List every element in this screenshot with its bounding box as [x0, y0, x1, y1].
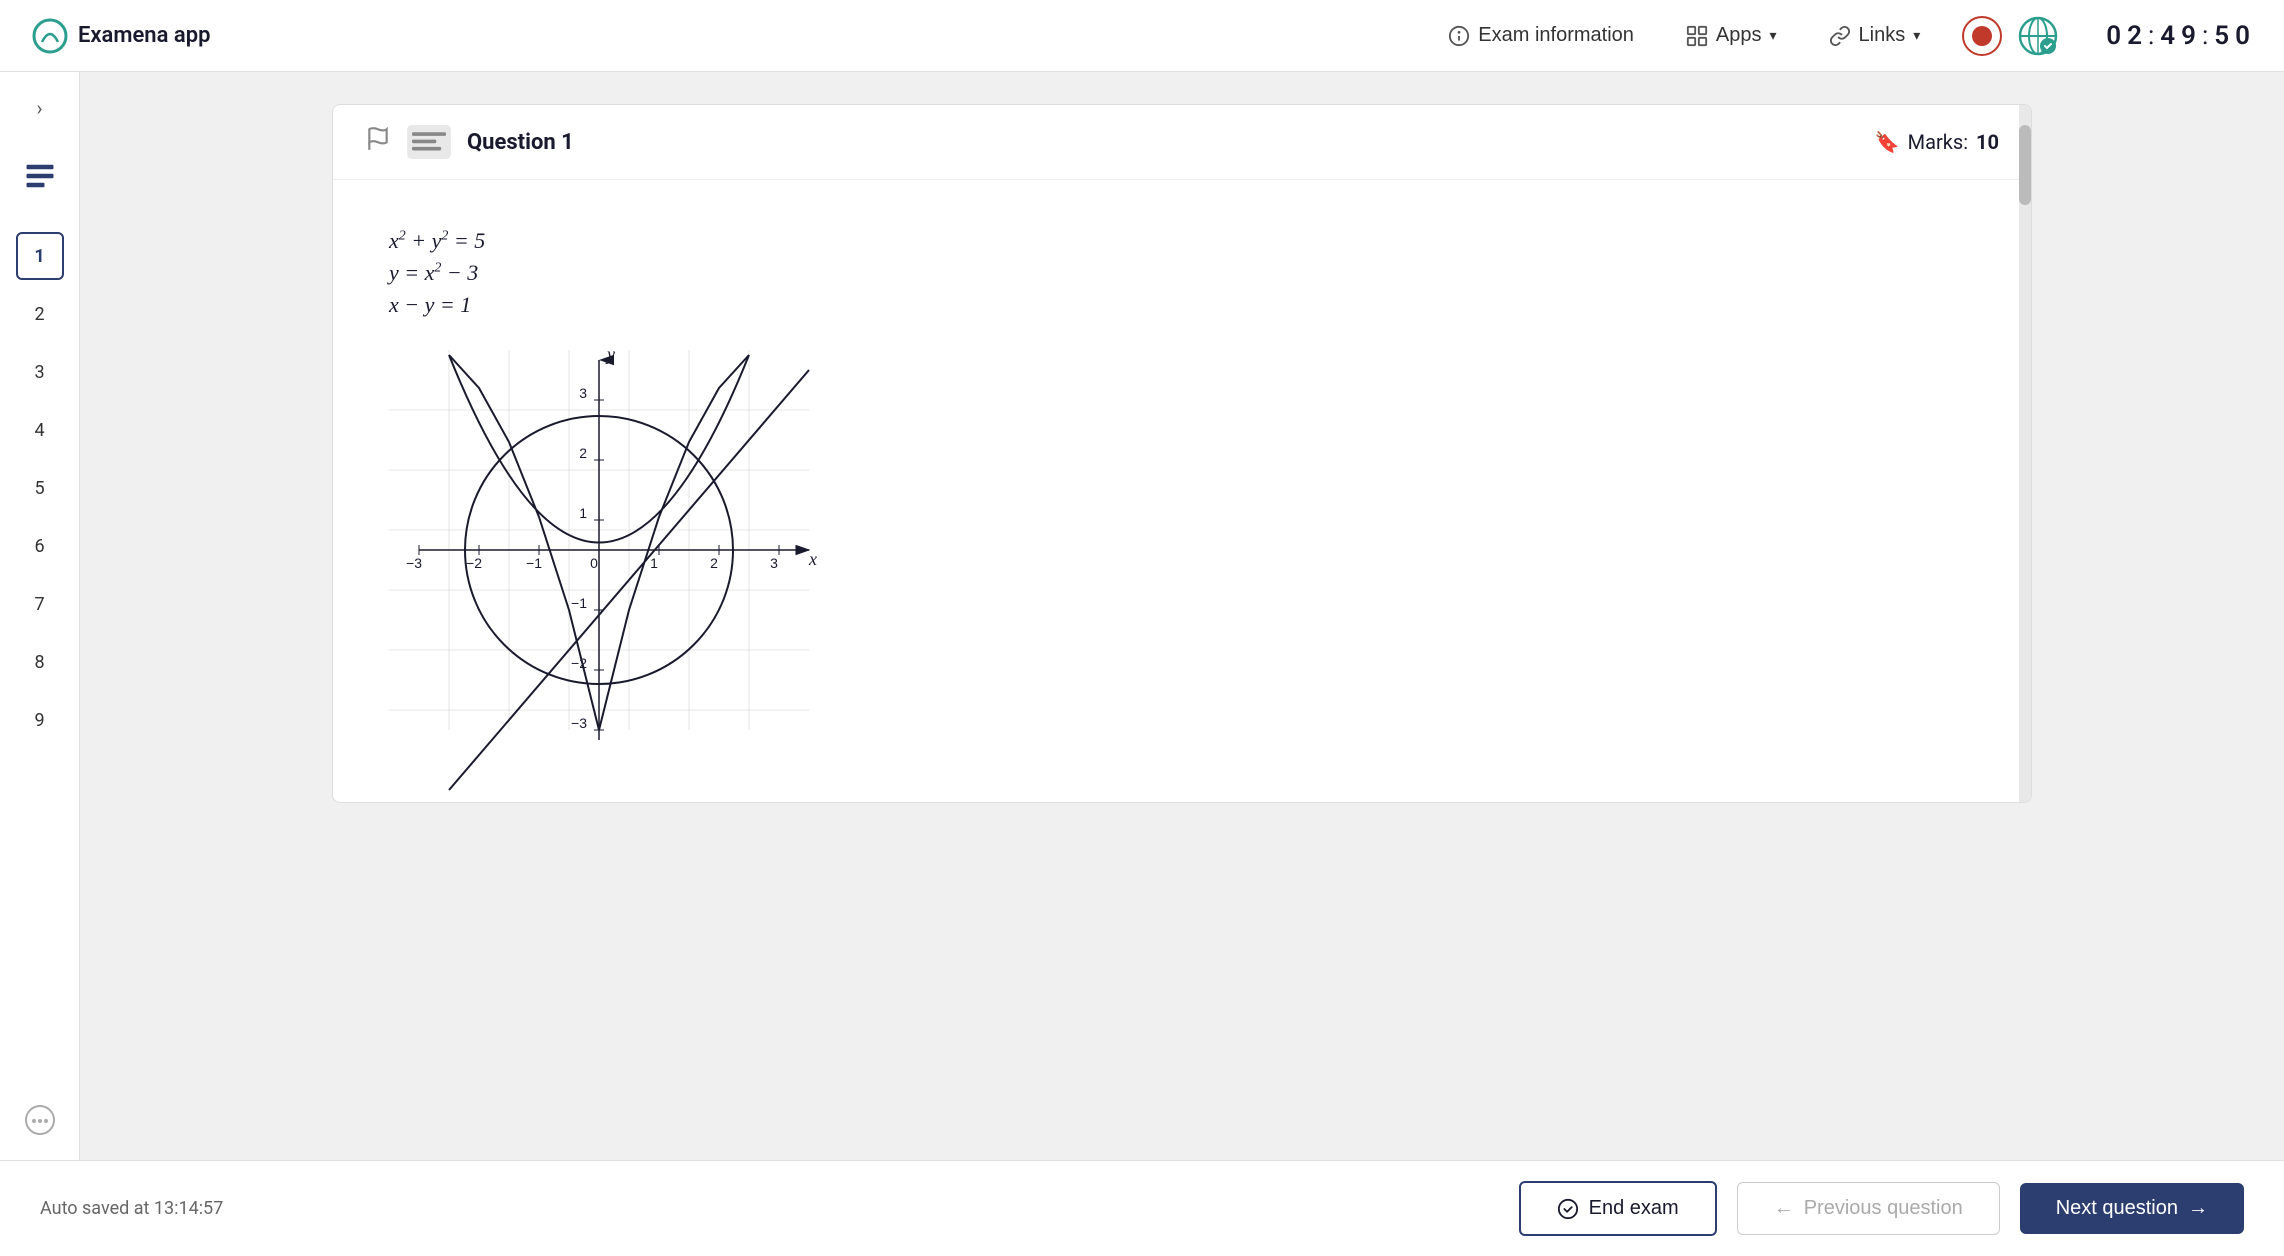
marks-badge: 🔖 Marks: 10: [1875, 130, 1999, 154]
svg-text:−1: −1: [526, 555, 542, 571]
next-question-button[interactable]: Next question →: [2020, 1183, 2244, 1234]
header-icons: [1962, 16, 2058, 56]
svg-text:2: 2: [710, 555, 718, 571]
header: Examena app Exam information Apps ▾: [0, 0, 2284, 72]
timer: 0 2 : 4 9 : 5 0: [2106, 21, 2252, 51]
svg-text:−2: −2: [571, 655, 587, 671]
svg-text:3: 3: [579, 385, 587, 401]
content-area: Question 1 🔖 Marks: 10 x2 + y2 = 5 y = x…: [80, 72, 2284, 1160]
app-title: Examena app: [78, 23, 210, 48]
next-label: Next question: [2056, 1197, 2178, 1220]
layers-icon: [22, 158, 58, 194]
svg-text:0: 0: [590, 555, 598, 571]
timer-colon2: :: [2202, 21, 2210, 51]
links-icon: [1829, 25, 1851, 47]
timer-d5: 5: [2214, 21, 2231, 51]
next-arrow-icon: →: [2188, 1197, 2208, 1220]
flag-svg: [365, 126, 391, 152]
question-num-2[interactable]: 2: [16, 290, 64, 338]
question-num-9[interactable]: 9: [16, 696, 64, 744]
question-numbers: 1 2 3 4 5 6 7 8 9: [16, 232, 64, 744]
svg-text:−3: −3: [571, 715, 587, 731]
header-nav: Exam information Apps ▾ Links ▾: [1438, 16, 2252, 56]
apps-chevron-icon: ▾: [1769, 27, 1776, 44]
svg-text:−3: −3: [406, 555, 422, 571]
equation-3: x − y = 1: [389, 292, 1975, 318]
flag-icon[interactable]: [365, 126, 391, 158]
record-dot: [1972, 26, 1992, 46]
sidebar-chat-icon[interactable]: [16, 1096, 64, 1144]
timer-d2: 2: [2127, 21, 2144, 51]
question-header: Question 1 🔖 Marks: 10: [333, 105, 2031, 180]
question-num-5[interactable]: 5: [16, 464, 64, 512]
prev-label: Previous question: [1804, 1197, 1963, 1220]
mode-icon: [407, 125, 451, 159]
apps-icon: [1686, 25, 1708, 47]
svg-text:1: 1: [650, 555, 658, 571]
globe-icon: [2018, 16, 2058, 56]
equation-2: y = x2 − 3: [389, 260, 1975, 286]
bottom-buttons: End exam ← Previous question Next questi…: [1519, 1181, 2244, 1236]
question-card: Question 1 🔖 Marks: 10 x2 + y2 = 5 y = x…: [332, 104, 2032, 803]
prev-question-button[interactable]: ← Previous question: [1737, 1182, 2000, 1235]
exam-info-label: Exam information: [1478, 24, 1634, 47]
scrollbar-thumb[interactable]: [2019, 125, 2031, 205]
question-body: x2 + y2 = 5 y = x2 − 3 x − y = 1: [333, 180, 2031, 802]
record-button[interactable]: [1962, 16, 2002, 56]
question-num-8[interactable]: 8: [16, 638, 64, 686]
check-circle-icon: [1557, 1198, 1579, 1220]
question-num-3[interactable]: 3: [16, 348, 64, 396]
timer-d3: 4: [2160, 21, 2177, 51]
svg-text:2: 2: [579, 445, 587, 461]
sidebar: › 1 2 3 4 5 6 7 8 9: [0, 72, 80, 1160]
prev-arrow-icon: ←: [1774, 1197, 1794, 1220]
svg-text:−1: −1: [571, 595, 587, 611]
timer-colon1: :: [2148, 21, 2156, 51]
apps-label: Apps: [1716, 24, 1762, 47]
links-chevron-icon: ▾: [1913, 27, 1920, 44]
scrollbar-track[interactable]: [2019, 105, 2031, 802]
graph-container: x y −3 −2 −1 0 1 2: [389, 350, 1975, 754]
end-exam-button[interactable]: End exam: [1519, 1181, 1717, 1236]
equation-1: x2 + y2 = 5: [389, 228, 1975, 254]
svg-text:−2: −2: [466, 555, 482, 571]
question-num-7[interactable]: 7: [16, 580, 64, 628]
timer-d1: 0: [2106, 21, 2123, 51]
auto-saved-text: Auto saved at 13:14:57: [40, 1198, 223, 1219]
exam-info-button[interactable]: Exam information: [1438, 18, 1644, 53]
globe-button[interactable]: [2018, 16, 2058, 56]
info-icon: [1448, 25, 1470, 47]
marks-value: 10: [1976, 130, 1999, 154]
apps-button[interactable]: Apps ▾: [1676, 18, 1787, 53]
question-num-4[interactable]: 4: [16, 406, 64, 454]
links-button[interactable]: Links ▾: [1819, 18, 1931, 53]
graph-svg: x y −3 −2 −1 0 1 2: [389, 350, 809, 750]
svg-text:y: y: [605, 344, 615, 364]
timer-d6: 0: [2235, 21, 2252, 51]
main-layout: › 1 2 3 4 5 6 7 8 9: [0, 72, 2284, 1160]
question-num-6[interactable]: 6: [16, 522, 64, 570]
sidebar-doc-icon[interactable]: [16, 152, 64, 200]
logo-icon: [32, 18, 68, 54]
end-exam-label: End exam: [1589, 1197, 1679, 1220]
svg-text:1: 1: [579, 505, 587, 521]
equations: x2 + y2 = 5 y = x2 − 3 x − y = 1: [389, 228, 1975, 318]
svg-text:3: 3: [770, 555, 778, 571]
sidebar-toggle[interactable]: ›: [20, 88, 60, 128]
question-title: Question 1: [467, 130, 1859, 155]
marks-label: Marks:: [1908, 130, 1968, 154]
svg-text:x: x: [808, 549, 817, 569]
bottom-bar: Auto saved at 13:14:57 End exam ← Previo…: [0, 1160, 2284, 1256]
logo-area: Examena app: [32, 18, 1414, 54]
timer-d4: 9: [2181, 21, 2198, 51]
links-label: Links: [1859, 24, 1906, 47]
question-num-1[interactable]: 1: [16, 232, 64, 280]
bookmark-icon: 🔖: [1875, 130, 1900, 154]
chat-icon: [24, 1104, 56, 1136]
question-mode-icon: [407, 125, 451, 159]
